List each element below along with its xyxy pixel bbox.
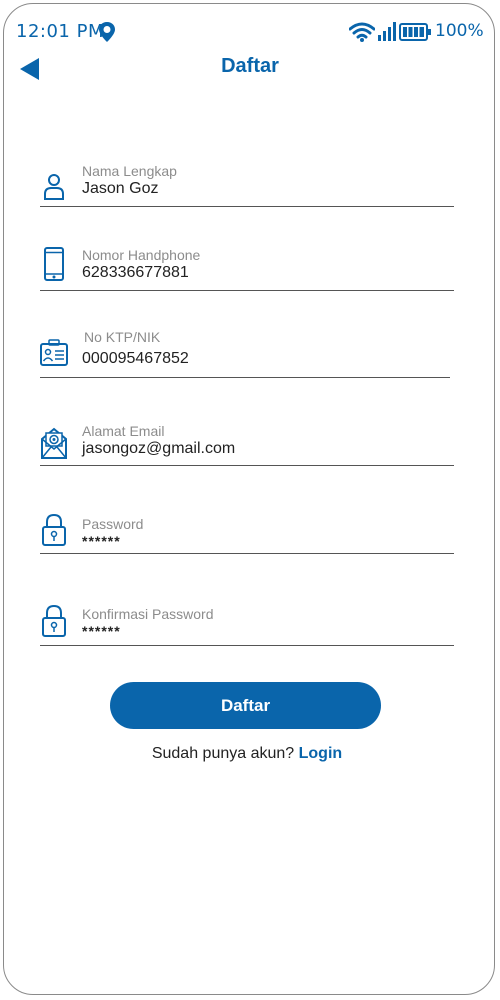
email-icon bbox=[41, 427, 67, 459]
full-name-label: Nama Lengkap bbox=[82, 163, 177, 179]
login-link[interactable]: Login bbox=[299, 745, 343, 762]
password-label: Password bbox=[82, 516, 144, 532]
battery-icon bbox=[399, 23, 431, 41]
lock-icon bbox=[42, 604, 66, 637]
location-pin-icon bbox=[99, 22, 115, 42]
password-underline bbox=[40, 553, 454, 554]
confirm-password-input[interactable]: ****** bbox=[82, 623, 121, 639]
full-name-input[interactable]: Jason Goz bbox=[82, 180, 158, 198]
phone-number-underline bbox=[40, 290, 454, 291]
ktp-nik-input[interactable]: 000095467852 bbox=[82, 350, 189, 368]
id-card-icon bbox=[40, 339, 68, 366]
phone-frame bbox=[3, 3, 495, 995]
ktp-nik-underline bbox=[40, 377, 450, 378]
phone-number-input[interactable]: 628336677881 bbox=[82, 264, 189, 282]
ktp-nik-label: No KTP/NIK bbox=[84, 329, 161, 345]
confirm-password-label: Konfirmasi Password bbox=[82, 606, 214, 622]
login-prompt-text: Sudah punya akun? bbox=[151, 745, 295, 762]
register-button[interactable]: Daftar bbox=[110, 682, 381, 729]
phone-icon bbox=[44, 247, 64, 281]
wifi-icon bbox=[349, 22, 375, 42]
page-title: Daftar bbox=[221, 55, 279, 77]
lock-icon bbox=[42, 513, 66, 546]
password-input[interactable]: ****** bbox=[82, 533, 121, 549]
login-prompt: Sudah punya akun? Login bbox=[0, 745, 494, 763]
person-icon bbox=[44, 174, 64, 200]
full-name-underline bbox=[40, 206, 454, 207]
battery-percentage: 100% bbox=[435, 21, 484, 41]
email-input[interactable]: jasongoz@gmail.com bbox=[82, 440, 235, 458]
email-label: Alamat Email bbox=[82, 423, 165, 439]
signal-icon bbox=[378, 22, 396, 41]
status-bar: 12:01 PM 100% bbox=[0, 0, 500, 60]
confirm-password-underline bbox=[40, 645, 454, 646]
email-underline bbox=[40, 465, 454, 466]
phone-number-label: Nomor Handphone bbox=[82, 247, 201, 263]
status-time: 12:01 PM bbox=[16, 21, 104, 42]
